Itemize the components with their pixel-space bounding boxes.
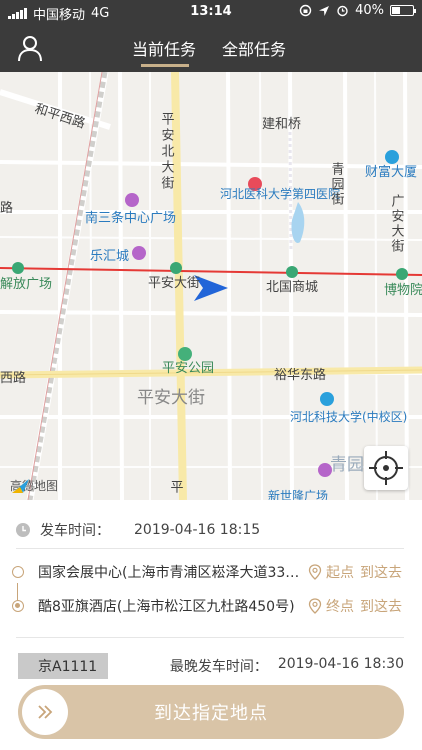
map-label: 河北科技大学(中校区) [290,409,407,424]
map-label: 解放广场 [0,277,52,292]
departure-row: 发车时间： 2019-04-16 18:15 [16,520,260,540]
clock-icon [16,523,30,537]
start-navigate-button[interactable]: 起点 到这去 [308,562,402,582]
latest-departure-time: 2019-04-16 18:30 [277,656,404,672]
map-canvas: 和平西路 建和桥 河北医科大学第四医院 财富大厦 南三条中心广场 乐汇城 解放广… [0,72,422,500]
departure-time: 2019-04-16 18:15 [134,522,261,538]
map-pin-icon [308,598,322,614]
map-label: 平安北大街 [159,112,175,192]
header: 当前任务 全部任务 [0,24,422,72]
map-view[interactable]: 和平西路 建和桥 河北医科大学第四医院 财富大厦 南三条中心广场 乐汇城 解放广… [0,72,422,500]
departure-label: 发车时间： [40,523,110,539]
end-tag: 终点 [326,599,354,615]
license-plate: 京A1111 [18,653,108,679]
top-bar: 中国移动 4G 13:14 40% 当前任务 全部任务 [0,0,422,72]
divider [16,548,404,549]
map-label: 新世隆广场 [268,488,328,500]
end-address: 酷8亚旗酒店(上海市松江区九杜路450号) [38,599,295,615]
start-dot-icon [12,566,24,578]
end-go-label: 到这去 [360,599,402,615]
double-chevron-right-icon [38,705,53,719]
user-icon[interactable] [16,34,44,62]
latest-departure-label: 最晚发车时间： [169,659,268,675]
map-label: 西路 [0,370,26,386]
alarm-icon [337,5,348,17]
map-label: 青园街 [329,162,345,207]
map-label: 平安公园 [162,361,214,376]
slide-handle[interactable] [22,689,68,735]
trip-details-panel: 发车时间： 2019-04-16 18:15 国家会展中心(上海市青浦区崧泽大道… [0,500,422,750]
map-label: 青园 [330,455,364,475]
start-go-label: 到这去 [360,565,402,581]
map-label: 广安大街 [389,194,405,254]
map-label: 平 [168,480,184,493]
end-address-row: 酷8亚旗酒店(上海市松江区九杜路450号) 终点 到这去 [12,594,406,618]
amap-logo-icon [12,479,29,493]
end-navigate-button[interactable]: 终点 到这去 [308,596,402,616]
map-label: 河北医科大学第四医院 [220,186,340,201]
locate-button[interactable] [364,446,408,490]
status-bar: 中国移动 4G 13:14 40% [0,0,422,24]
battery-percent: 40% [355,3,384,18]
location-icon [319,5,330,16]
map-label: 财富大厦 [365,164,417,180]
map-label: 南三条中心广场 [85,210,176,226]
map-provider-logo: 高德地图 [10,477,58,494]
start-address-row: 国家会展中心(上海市青浦区崧泽大道333号) 起点 到这去 [12,560,406,584]
battery-icon [390,5,416,16]
map-label: 建和桥 [262,117,301,132]
active-tab-indicator [141,64,189,67]
tab-all-tasks[interactable]: 全部任务 [222,36,286,60]
latest-departure: 最晚发车时间： 2019-04-16 18:30 [170,656,404,676]
map-label: 博物院 [384,283,422,298]
divider [16,637,404,638]
end-dot-icon [12,600,24,612]
start-tag: 起点 [326,565,354,581]
map-label: 平安大街 [137,388,205,408]
arrive-slider-button[interactable]: 到达指定地点 [18,685,404,739]
orientation-lock-icon [299,4,312,17]
tab-current-tasks[interactable]: 当前任务 [132,36,196,60]
map-label: 北国商城 [266,280,318,295]
map-label: 乐汇城 [90,249,129,264]
crosshair-icon [369,451,403,485]
map-pin-icon [308,564,322,580]
map-label: 平安大街 [148,276,200,291]
arrive-button-label: 到达指定地点 [154,703,268,724]
map-label: 路 [0,200,13,216]
map-label: 裕华东路 [274,367,326,383]
start-address: 国家会展中心(上海市青浦区崧泽大道333号) [38,565,300,581]
